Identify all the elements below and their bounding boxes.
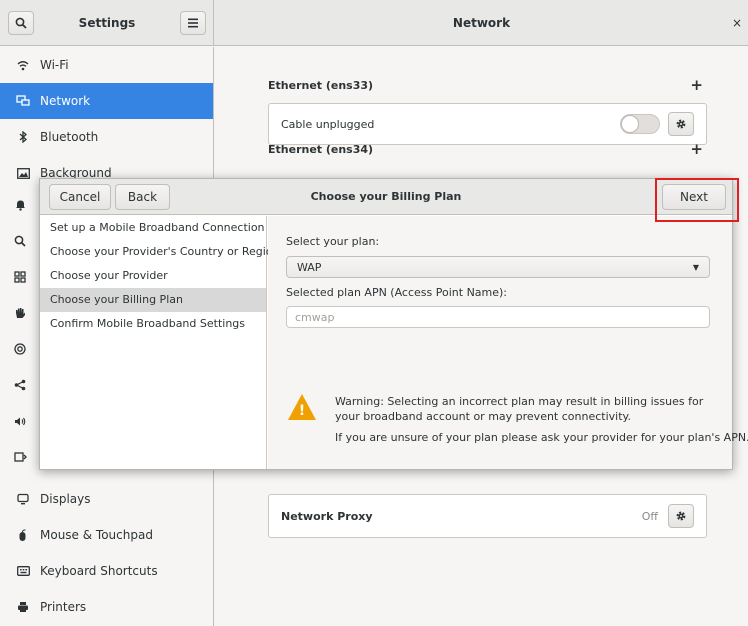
sidebar-item-printers[interactable]: Printers <box>0 589 213 625</box>
sidebar-item-displays[interactable]: Displays <box>0 481 213 517</box>
step-choose-provider: Choose your Provider <box>50 269 168 282</box>
apn-field[interactable]: cmwap <box>286 306 710 328</box>
billing-plan-content: Select your plan: WAP ▼ Selected plan AP… <box>268 216 748 469</box>
step-choose-billing-plan: Choose your Billing Plan <box>40 288 266 312</box>
step-confirm-settings: Confirm Mobile Broadband Settings <box>50 317 246 330</box>
ethernet-ens33-row: Cable unplugged <box>269 104 706 144</box>
network-proxy-title: Network Proxy <box>281 509 373 523</box>
sidebar-item-label: Keyboard Shortcuts <box>40 564 158 578</box>
plan-label: Select your plan: <box>286 235 380 248</box>
panel-title: Network <box>452 16 511 30</box>
notifications-icon[interactable] <box>0 190 40 220</box>
network-wired-icon <box>14 95 32 107</box>
display-icon <box>14 493 32 505</box>
close-button[interactable]: × <box>732 16 742 30</box>
sidebar-item-label: Mouse & Touchpad <box>40 528 153 542</box>
applications-icon[interactable] <box>0 262 40 292</box>
sidebar-item-wifi[interactable]: Wi-Fi <box>0 47 213 83</box>
chevron-down-icon: ▼ <box>692 262 699 272</box>
dialog-header: Cancel Back Choose your Billing Plan Nex… <box>40 179 732 215</box>
ethernet-ens33-settings-button[interactable] <box>668 112 694 136</box>
assistant-steps-list: Set up a Mobile Broadband Connection Cho… <box>40 216 280 469</box>
plan-select[interactable]: WAP ▼ <box>286 256 710 278</box>
warning-icon-mark: ! <box>298 403 306 419</box>
printer-icon <box>14 601 32 613</box>
search-settings-icon[interactable] <box>0 226 40 256</box>
network-proxy-controls: Off <box>642 504 694 528</box>
sidebar-item-bluetooth[interactable]: Bluetooth <box>0 119 213 155</box>
search-icon <box>15 17 27 29</box>
ethernet-ens33-controls <box>620 112 694 136</box>
search-button[interactable] <box>8 11 34 35</box>
network-proxy-settings-button[interactable] <box>668 504 694 528</box>
ethernet-ens33-title: Ethernet (ens33) <box>268 78 374 92</box>
bluetooth-icon <box>14 131 32 143</box>
sharing-icon[interactable] <box>0 370 40 400</box>
plan-select-value: WAP <box>297 260 322 274</box>
network-proxy-frame: Network Proxy Off <box>268 494 707 538</box>
ethernet-ens33-toggle[interactable] <box>620 114 660 134</box>
gear-icon <box>676 119 686 129</box>
apn-value: cmwap <box>295 310 335 324</box>
sidebar-item-mouse-touchpad[interactable]: Mouse & Touchpad <box>0 517 213 553</box>
header-bar: Settings Network × <box>0 0 748 46</box>
gear-icon <box>676 511 686 521</box>
add-ethernet-ens34-button[interactable]: + <box>690 140 707 158</box>
background-icon <box>14 167 32 179</box>
next-button[interactable]: Next <box>662 184 726 210</box>
ethernet-ens34-header: Ethernet (ens34) + <box>268 139 707 159</box>
step-choose-country: Choose your Provider's Country or Region <box>50 245 280 258</box>
network-proxy-row[interactable]: Network Proxy Off <box>269 495 706 537</box>
ethernet-ens33-header: Ethernet (ens33) + <box>268 75 707 95</box>
wifi-icon <box>14 60 32 71</box>
app-title: Settings <box>78 16 136 30</box>
header-left: Settings <box>0 0 214 46</box>
warning-text: Warning: Selecting an incorrect plan may… <box>335 395 704 423</box>
power-icon[interactable] <box>0 442 40 472</box>
apn-label: Selected plan APN (Access Point Name): <box>286 286 508 299</box>
billing-plan-dialog: Cancel Back Choose your Billing Plan Nex… <box>39 178 748 470</box>
menu-button[interactable] <box>180 11 206 35</box>
apn-hint-text: If you are unsure of your plan please as… <box>335 431 748 444</box>
sidebar-item-label: Wi-Fi <box>40 58 69 72</box>
step-setup-connection: Set up a Mobile Broadband Connection <box>50 221 265 234</box>
privacy-hand-icon[interactable] <box>0 298 40 328</box>
sidebar-item-network[interactable]: Network <box>0 83 213 119</box>
add-ethernet-ens33-button[interactable]: + <box>690 76 707 94</box>
sidebar-item-label: Printers <box>40 600 87 614</box>
sound-icon[interactable] <box>0 406 40 436</box>
mouse-icon <box>14 528 32 542</box>
ethernet-ens33-status: Cable unplugged <box>281 117 375 131</box>
keyboard-icon <box>14 566 32 576</box>
sidebar-item-label: Bluetooth <box>40 130 99 144</box>
sidebar-item-label: Displays <box>40 492 91 506</box>
sidebar-item-keyboard-shortcuts[interactable]: Keyboard Shortcuts <box>0 553 213 589</box>
sidebar-item-label: Network <box>40 94 91 108</box>
dialog-title: Choose your Billing Plan <box>310 190 462 203</box>
cancel-button[interactable]: Cancel <box>49 184 111 210</box>
network-proxy-status: Off <box>641 509 658 523</box>
hamburger-menu-icon <box>188 18 198 28</box>
ethernet-ens34-title: Ethernet (ens34) <box>268 142 374 156</box>
close-icon: × <box>731 16 742 30</box>
online-accounts-icon[interactable] <box>0 334 40 364</box>
back-button[interactable]: Back <box>115 184 170 210</box>
